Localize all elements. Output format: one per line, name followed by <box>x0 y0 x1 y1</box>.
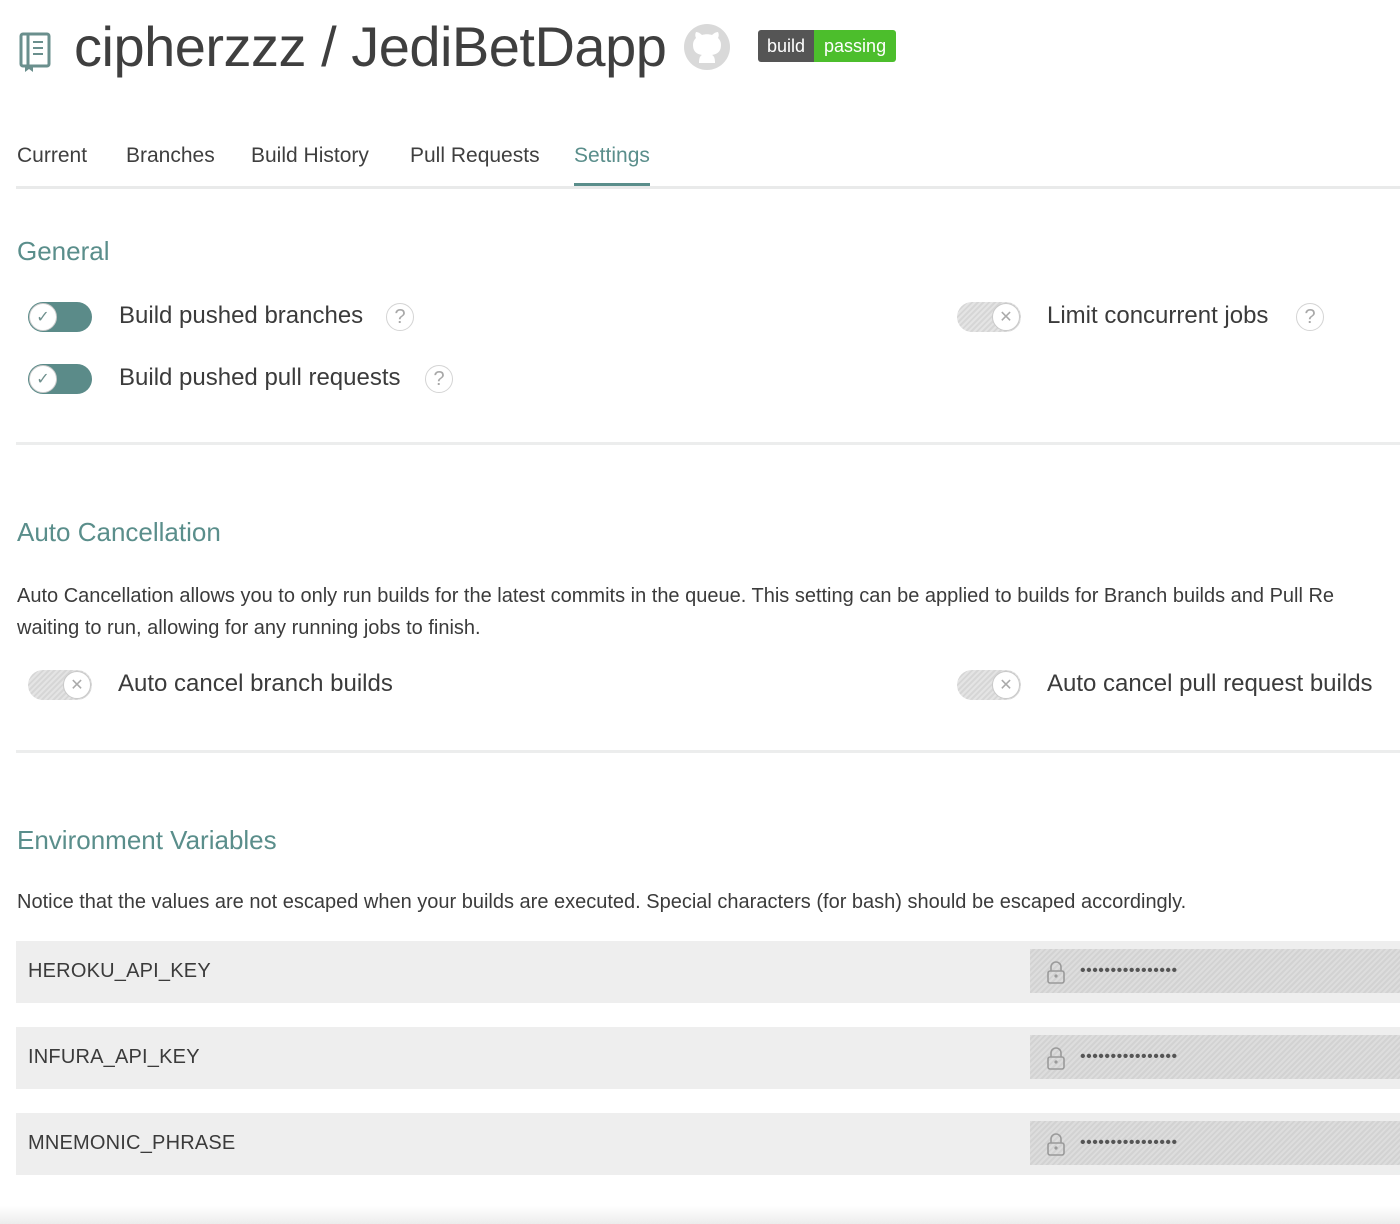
auto-cancel-branch-builds-toggle[interactable]: ✕ <box>28 670 92 700</box>
tab-branches[interactable]: Branches <box>126 140 215 172</box>
auto-cancel-pull-request-builds-label: Auto cancel pull request builds <box>1047 670 1373 697</box>
active-tab-indicator <box>574 183 650 186</box>
build-pushed-pull-requests-label: Build pushed pull requests <box>119 364 401 391</box>
x-icon: ✕ <box>992 303 1020 331</box>
auto-cancel-pull-request-builds-toggle[interactable]: ✕ <box>957 670 1021 700</box>
env-var-name: INFURA_API_KEY <box>28 1046 200 1068</box>
env-var-row[interactable]: MNEMONIC_PHRASE •••••••••••••••• <box>16 1113 1400 1175</box>
tab-settings[interactable]: Settings <box>574 140 650 172</box>
env-var-masked-value: •••••••••••••••• <box>1080 1134 1178 1151</box>
env-var-name: HEROKU_API_KEY <box>28 960 211 982</box>
auto-cancel-branch-builds-label: Auto cancel branch builds <box>118 670 393 697</box>
section-divider <box>16 442 1400 445</box>
check-icon: ✓ <box>29 303 57 331</box>
env-var-name: MNEMONIC_PHRASE <box>28 1132 236 1154</box>
x-icon: ✕ <box>992 671 1020 699</box>
build-pushed-branches-toggle[interactable]: ✓ <box>28 302 92 332</box>
env-var-value-field[interactable]: •••••••••••••••• <box>1030 949 1400 993</box>
auto-cancellation-description-line1: Auto Cancellation allows you to only run… <box>17 585 1335 607</box>
env-var-row[interactable]: INFURA_API_KEY •••••••••••••••• <box>16 1027 1400 1089</box>
badge-status: passing <box>814 30 897 62</box>
lock-icon <box>1047 961 1065 984</box>
env-var-masked-value: •••••••••••••••• <box>1080 1048 1178 1065</box>
env-var-value-field[interactable]: •••••••••••••••• <box>1030 1121 1400 1165</box>
x-icon: ✕ <box>63 671 91 699</box>
env-var-masked-value: •••••••••••••••• <box>1080 962 1178 979</box>
section-divider <box>16 750 1400 753</box>
repo-title[interactable]: cipherzzz / JediBetDapp <box>74 14 667 80</box>
check-icon: ✓ <box>29 365 57 393</box>
help-icon[interactable]: ? <box>425 365 453 393</box>
general-section-title: General <box>17 236 110 266</box>
env-vars-notice: Notice that the values are not escaped w… <box>17 891 1187 913</box>
build-pushed-branches-label: Build pushed branches <box>119 302 364 329</box>
lock-icon <box>1047 1047 1065 1070</box>
env-var-value-field[interactable]: •••••••••••••••• <box>1030 1035 1400 1079</box>
env-var-row[interactable]: HEROKU_API_KEY •••••••••••••••• <box>16 941 1400 1003</box>
tab-bar: Current Branches Build History Pull Requ… <box>16 140 1400 189</box>
badge-label: build <box>758 30 815 62</box>
limit-concurrent-jobs-toggle[interactable]: ✕ <box>957 302 1021 332</box>
build-pushed-pull-requests-toggle[interactable]: ✓ <box>28 364 92 394</box>
tab-pull-requests[interactable]: Pull Requests <box>410 140 540 172</box>
build-status-badge[interactable]: build passing <box>758 30 897 62</box>
auto-cancellation-description-line2: waiting to run, allowing for any running… <box>17 617 481 639</box>
github-icon[interactable] <box>682 22 732 72</box>
help-icon[interactable]: ? <box>386 303 414 331</box>
tab-build-history[interactable]: Build History <box>251 140 369 172</box>
limit-concurrent-jobs-label: Limit concurrent jobs <box>1047 302 1269 329</box>
repo-book-icon <box>18 32 54 72</box>
lock-icon <box>1047 1133 1065 1156</box>
help-icon[interactable]: ? <box>1296 303 1324 331</box>
env-vars-section-title: Environment Variables <box>17 825 277 855</box>
bottom-fade <box>0 1206 1400 1224</box>
auto-cancellation-section-title: Auto Cancellation <box>17 517 221 547</box>
tab-current[interactable]: Current <box>17 140 87 172</box>
